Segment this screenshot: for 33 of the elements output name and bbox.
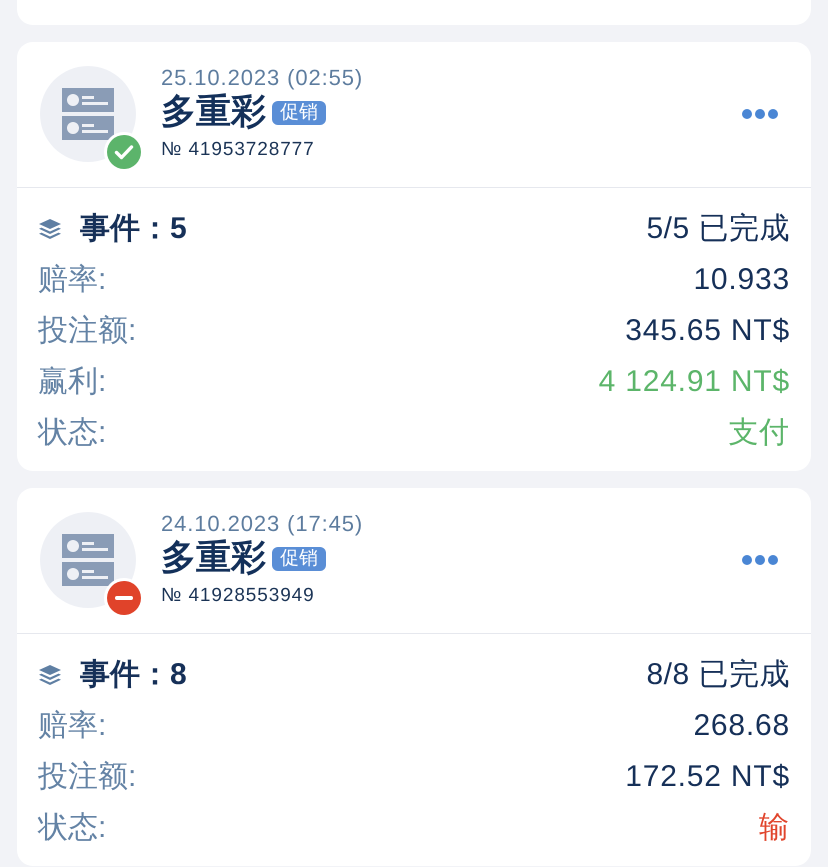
- bet-title: 多重彩: [161, 92, 266, 132]
- events-count: 事件：8: [80, 657, 187, 693]
- row-label: 投注额:: [38, 759, 136, 795]
- bet-title: 多重彩: [161, 538, 266, 578]
- promo-tag: 促销: [272, 101, 326, 125]
- row-label: 赔率:: [38, 708, 106, 744]
- layers-icon: [38, 664, 62, 686]
- events-progress: 8/8 已完成: [646, 657, 790, 693]
- more-button[interactable]: [740, 106, 780, 122]
- row-label: 赔率:: [38, 262, 106, 298]
- row-value: 4 124.91 NT$: [598, 364, 790, 400]
- more-icon: [742, 109, 778, 119]
- ticket-number: № 41953728777: [161, 138, 315, 162]
- list-icon: [40, 66, 136, 162]
- row-value: 345.65 NT$: [625, 313, 790, 349]
- more-button[interactable]: [740, 552, 780, 568]
- row-value: 输: [759, 810, 790, 846]
- bet-date: 24.10.2023 (17:45): [161, 512, 364, 536]
- row-label: 状态:: [38, 415, 106, 451]
- row-value: 172.52 NT$: [625, 759, 790, 795]
- more-icon: [742, 555, 778, 565]
- ticket-number: № 41928553949: [161, 584, 315, 608]
- layers-icon: [38, 218, 62, 240]
- row-label: 状态:: [38, 810, 106, 846]
- row-label: 赢利:: [38, 364, 106, 400]
- row-value: 支付: [728, 415, 790, 451]
- row-value: 10.933: [693, 262, 790, 298]
- bet-date: 25.10.2023 (02:55): [161, 66, 364, 90]
- promo-tag: 促销: [272, 547, 326, 571]
- row-value: 268.68: [693, 708, 790, 744]
- row-label: 投注额:: [38, 313, 136, 349]
- events-progress: 5/5 已完成: [646, 211, 790, 247]
- events-count: 事件：5: [80, 211, 187, 247]
